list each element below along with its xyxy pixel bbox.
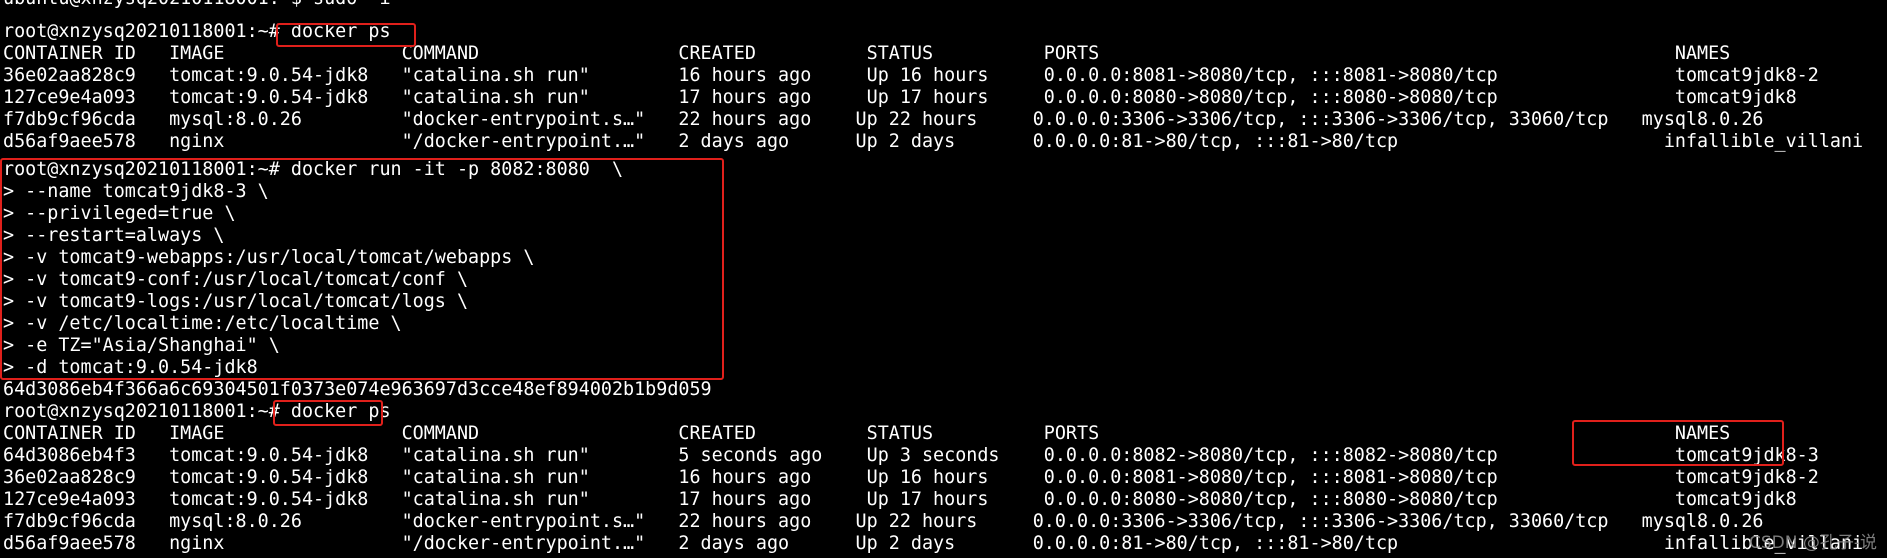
terminal-line: d56af9aee578 nginx "/docker-entrypoint.…… bbox=[3, 131, 1864, 152]
terminal-line: > --name tomcat9jdk8-3 \ bbox=[3, 181, 269, 202]
terminal-line: 127ce9e4a093 tomcat:9.0.54-jdk8 "catalin… bbox=[3, 489, 1797, 510]
terminal-line: > --privileged=true \ bbox=[3, 203, 236, 224]
terminal-line: CONTAINER ID IMAGE COMMAND CREATED STATU… bbox=[3, 43, 1731, 64]
csdn-watermark: CSDN @孔子-说 bbox=[1748, 533, 1877, 553]
terminal-line: > --restart=always \ bbox=[3, 225, 225, 246]
terminal-line: 36e02aa828c9 tomcat:9.0.54-jdk8 "catalin… bbox=[3, 65, 1819, 86]
terminal-line: 64d3086eb4f3 tomcat:9.0.54-jdk8 "catalin… bbox=[3, 445, 1819, 466]
terminal-line: > -e TZ="Asia/Shanghai" \ bbox=[3, 335, 280, 356]
terminal-line: > -v tomcat9-logs:/usr/local/tomcat/logs… bbox=[3, 291, 469, 312]
terminal-line: root@xnzysq20210118001:~# docker ps bbox=[3, 401, 391, 422]
terminal-line: 127ce9e4a093 tomcat:9.0.54-jdk8 "catalin… bbox=[3, 87, 1797, 108]
terminal-window[interactable]: ubuntu@xnzysq20210118001:~$ sudo -i root… bbox=[0, 0, 1887, 558]
terminal-line: > -v /etc/localtime:/etc/localtime \ bbox=[3, 313, 402, 334]
terminal-line: root@xnzysq20210118001:~# docker run -it… bbox=[3, 159, 624, 180]
terminal-line: d56af9aee578 nginx "/docker-entrypoint.…… bbox=[3, 533, 1864, 554]
terminal-line: > -d tomcat:9.0.54-jdk8 bbox=[3, 357, 258, 378]
terminal-line: 64d3086eb4f366a6c69304501f0373e074e96369… bbox=[3, 379, 712, 400]
terminal-line: ubuntu@xnzysq20210118001:~$ sudo -i bbox=[3, 0, 391, 10]
terminal-line: 36e02aa828c9 tomcat:9.0.54-jdk8 "catalin… bbox=[3, 467, 1819, 488]
terminal-line: root@xnzysq20210118001:~# docker ps bbox=[3, 21, 391, 42]
terminal-line: > -v tomcat9-webapps:/usr/local/tomcat/w… bbox=[3, 247, 535, 268]
terminal-line: > -v tomcat9-conf:/usr/local/tomcat/conf… bbox=[3, 269, 469, 290]
terminal-line: f7db9cf96cda mysql:8.0.26 "docker-entryp… bbox=[3, 109, 1764, 130]
terminal-line: f7db9cf96cda mysql:8.0.26 "docker-entryp… bbox=[3, 511, 1764, 532]
terminal-line: CONTAINER ID IMAGE COMMAND CREATED STATU… bbox=[3, 423, 1731, 444]
